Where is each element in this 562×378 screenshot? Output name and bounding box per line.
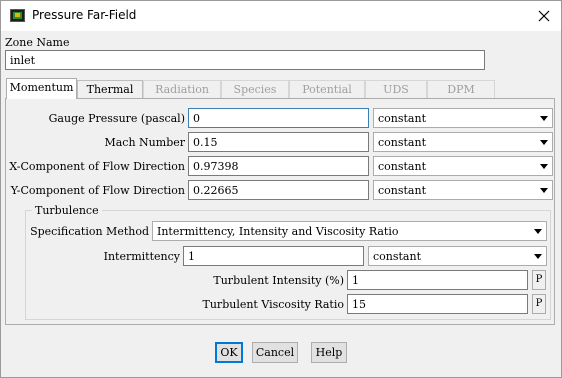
tab-uds: UDS <box>365 80 427 98</box>
chevron-down-icon <box>540 116 548 121</box>
y-direction-method-select[interactable]: constant <box>373 180 553 200</box>
y-direction-input[interactable]: 0.22665 <box>188 180 369 200</box>
turbulent-intensity-input[interactable]: 1 <box>347 270 528 290</box>
turbulent-intensity-label: Turbulent Intensity (%) <box>213 274 344 287</box>
intermittency-method-select[interactable]: constant <box>368 246 547 266</box>
intermittency-input[interactable]: 1 <box>183 246 364 266</box>
zone-name-label: Zone Name <box>5 36 70 49</box>
x-direction-method-select[interactable]: constant <box>373 156 553 176</box>
mach-number-input[interactable]: 0.15 <box>188 132 369 152</box>
gauge-pressure-method-select[interactable]: constant <box>373 108 553 128</box>
fluent-app-icon <box>10 9 25 22</box>
spec-method-value: Intermittency, Intensity and Viscosity R… <box>157 225 399 238</box>
x-direction-label: X-Component of Flow Direction <box>9 160 185 173</box>
intermittency-label: Intermittency <box>103 250 180 263</box>
turbulent-viscosity-ratio-label: Turbulent Viscosity Ratio <box>202 298 344 311</box>
tab-potential: Potential <box>289 80 365 98</box>
tab-species: Species <box>221 80 289 98</box>
close-icon <box>538 10 550 22</box>
turbulent-viscosity-ratio-profile-button[interactable]: P <box>532 294 546 314</box>
gauge-pressure-label: Gauge Pressure (pascal) <box>48 112 185 125</box>
zone-name-input[interactable]: inlet <box>5 50 485 70</box>
chevron-down-icon <box>540 140 548 145</box>
title-bar: Pressure Far-Field <box>1 1 561 31</box>
mach-number-label: Mach Number <box>104 136 185 149</box>
spec-method-label: Specification Method <box>30 225 149 238</box>
tab-momentum[interactable]: Momentum <box>6 78 77 99</box>
x-direction-method-value: constant <box>378 160 426 173</box>
close-button[interactable] <box>527 1 561 31</box>
tab-thermal[interactable]: Thermal <box>77 80 143 98</box>
turbulent-viscosity-ratio-input[interactable]: 15 <box>347 294 528 314</box>
mach-number-method-select[interactable]: constant <box>373 132 553 152</box>
chevron-down-icon <box>534 254 542 259</box>
chevron-down-icon <box>534 229 542 234</box>
y-direction-label: Y-Component of Flow Direction <box>10 184 185 197</box>
chevron-down-icon <box>540 188 548 193</box>
turbulent-intensity-profile-button[interactable]: P <box>532 270 546 290</box>
y-direction-method-value: constant <box>378 184 426 197</box>
x-direction-input[interactable]: 0.97398 <box>188 156 369 176</box>
mach-number-method-value: constant <box>378 136 426 149</box>
pressure-far-field-dialog: Pressure Far-Field Zone Name inlet Momen… <box>0 0 562 378</box>
intermittency-method-value: constant <box>373 250 421 263</box>
cancel-button[interactable]: Cancel <box>252 342 298 363</box>
gauge-pressure-input[interactable]: 0 <box>188 108 369 128</box>
chevron-down-icon <box>540 164 548 169</box>
help-button[interactable]: Help <box>311 342 347 363</box>
tab-radiation: Radiation <box>143 80 221 98</box>
window-title: Pressure Far-Field <box>32 8 137 22</box>
turbulence-group-label: Turbulence <box>32 204 102 217</box>
tab-dpm: DPM <box>427 80 495 98</box>
spec-method-select[interactable]: Intermittency, Intensity and Viscosity R… <box>152 221 547 241</box>
ok-button[interactable]: OK <box>215 342 243 363</box>
gauge-pressure-method-value: constant <box>378 112 426 125</box>
